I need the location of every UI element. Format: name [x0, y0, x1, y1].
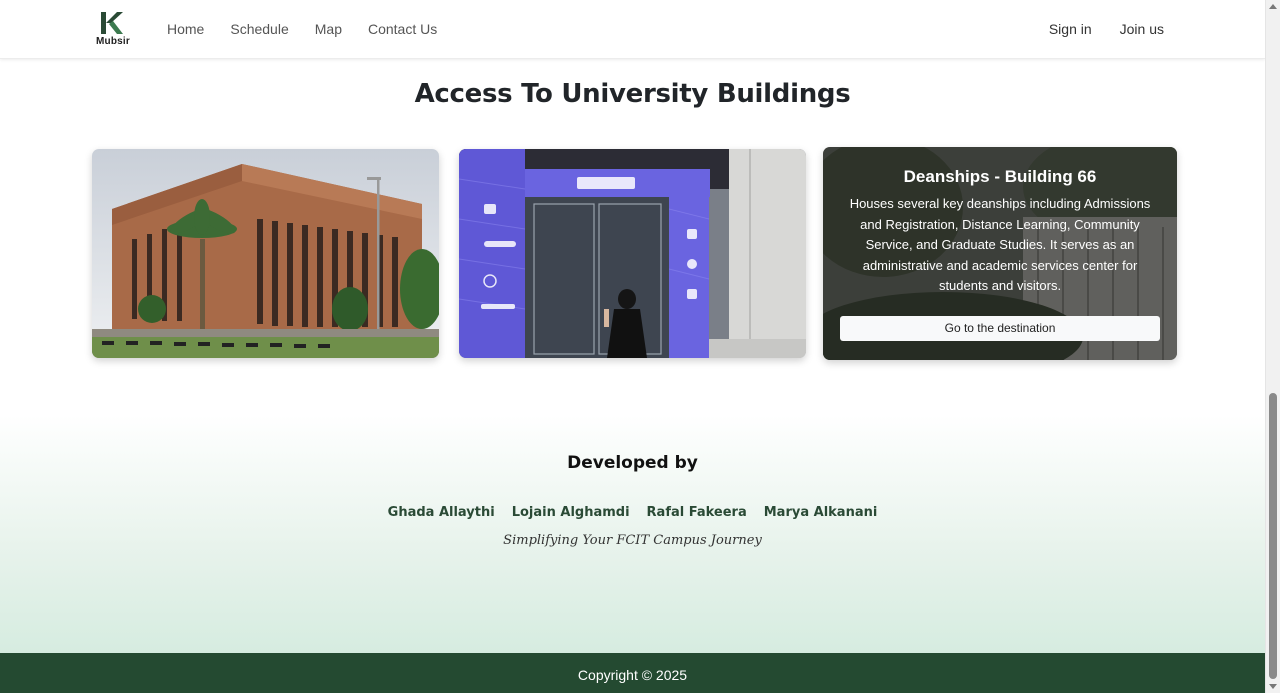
scrollbar-thumb[interactable]: [1269, 393, 1277, 679]
go-to-destination-button[interactable]: Go to the destination: [840, 316, 1160, 341]
card-description: Houses several key deanships including A…: [849, 196, 1151, 293]
copyright-footer: Copyright © 2025: [0, 653, 1265, 693]
tagline: Simplifying Your FCIT Campus Journey: [503, 533, 762, 548]
k-logo-icon: [101, 12, 123, 34]
join-us-link[interactable]: Join us: [1120, 20, 1164, 38]
brand-logo[interactable]: Mubsir: [92, 10, 134, 50]
copyright-text: Copyright © 2025: [577, 667, 688, 683]
sign-in-link[interactable]: Sign in: [1049, 20, 1092, 38]
developers-title: Developed by: [567, 453, 698, 473]
scroll-up-arrow-icon[interactable]: [1269, 4, 1277, 9]
nav-map[interactable]: Map: [315, 20, 342, 38]
techhub-entrance-image: [459, 149, 806, 358]
card-title: Deanships - Building 66: [903, 167, 1097, 186]
scroll-down-arrow-icon[interactable]: [1269, 684, 1277, 689]
section-title: Access To University Buildings: [414, 79, 851, 109]
page: Mubsir Home Schedule Map Contact Us Sign…: [0, 0, 1265, 693]
top-navbar: Mubsir Home Schedule Map Contact Us Sign…: [0, 0, 1265, 59]
nav-links: Home Schedule Map Contact Us: [167, 20, 463, 38]
developer-name: Rafal Fakeera: [646, 505, 747, 520]
developer-name: Ghada Allaythi: [387, 505, 495, 520]
developer-name: Lojain Alghamdi: [511, 505, 630, 520]
auth-links: Sign in Join us: [1021, 20, 1164, 38]
developers-section: Developed by Ghada Allaythi Lojain Algha…: [0, 415, 1265, 653]
nav-contact-us[interactable]: Contact Us: [368, 20, 437, 38]
brick-building-image: [92, 149, 439, 358]
vertical-scrollbar[interactable]: [1265, 0, 1280, 693]
brand-name: Mubsir: [96, 36, 130, 47]
developer-names: Ghada Allaythi Lojain Alghamdi Rafal Fak…: [0, 505, 1265, 520]
nav-home[interactable]: Home: [167, 20, 204, 38]
building-card-1[interactable]: [92, 149, 439, 358]
nav-schedule[interactable]: Schedule: [230, 20, 288, 38]
developer-name: Marya Alkanani: [763, 505, 878, 520]
building-card-deanships: Deanships - Building 66 Houses several k…: [823, 147, 1177, 360]
building-card-2[interactable]: [459, 149, 806, 358]
